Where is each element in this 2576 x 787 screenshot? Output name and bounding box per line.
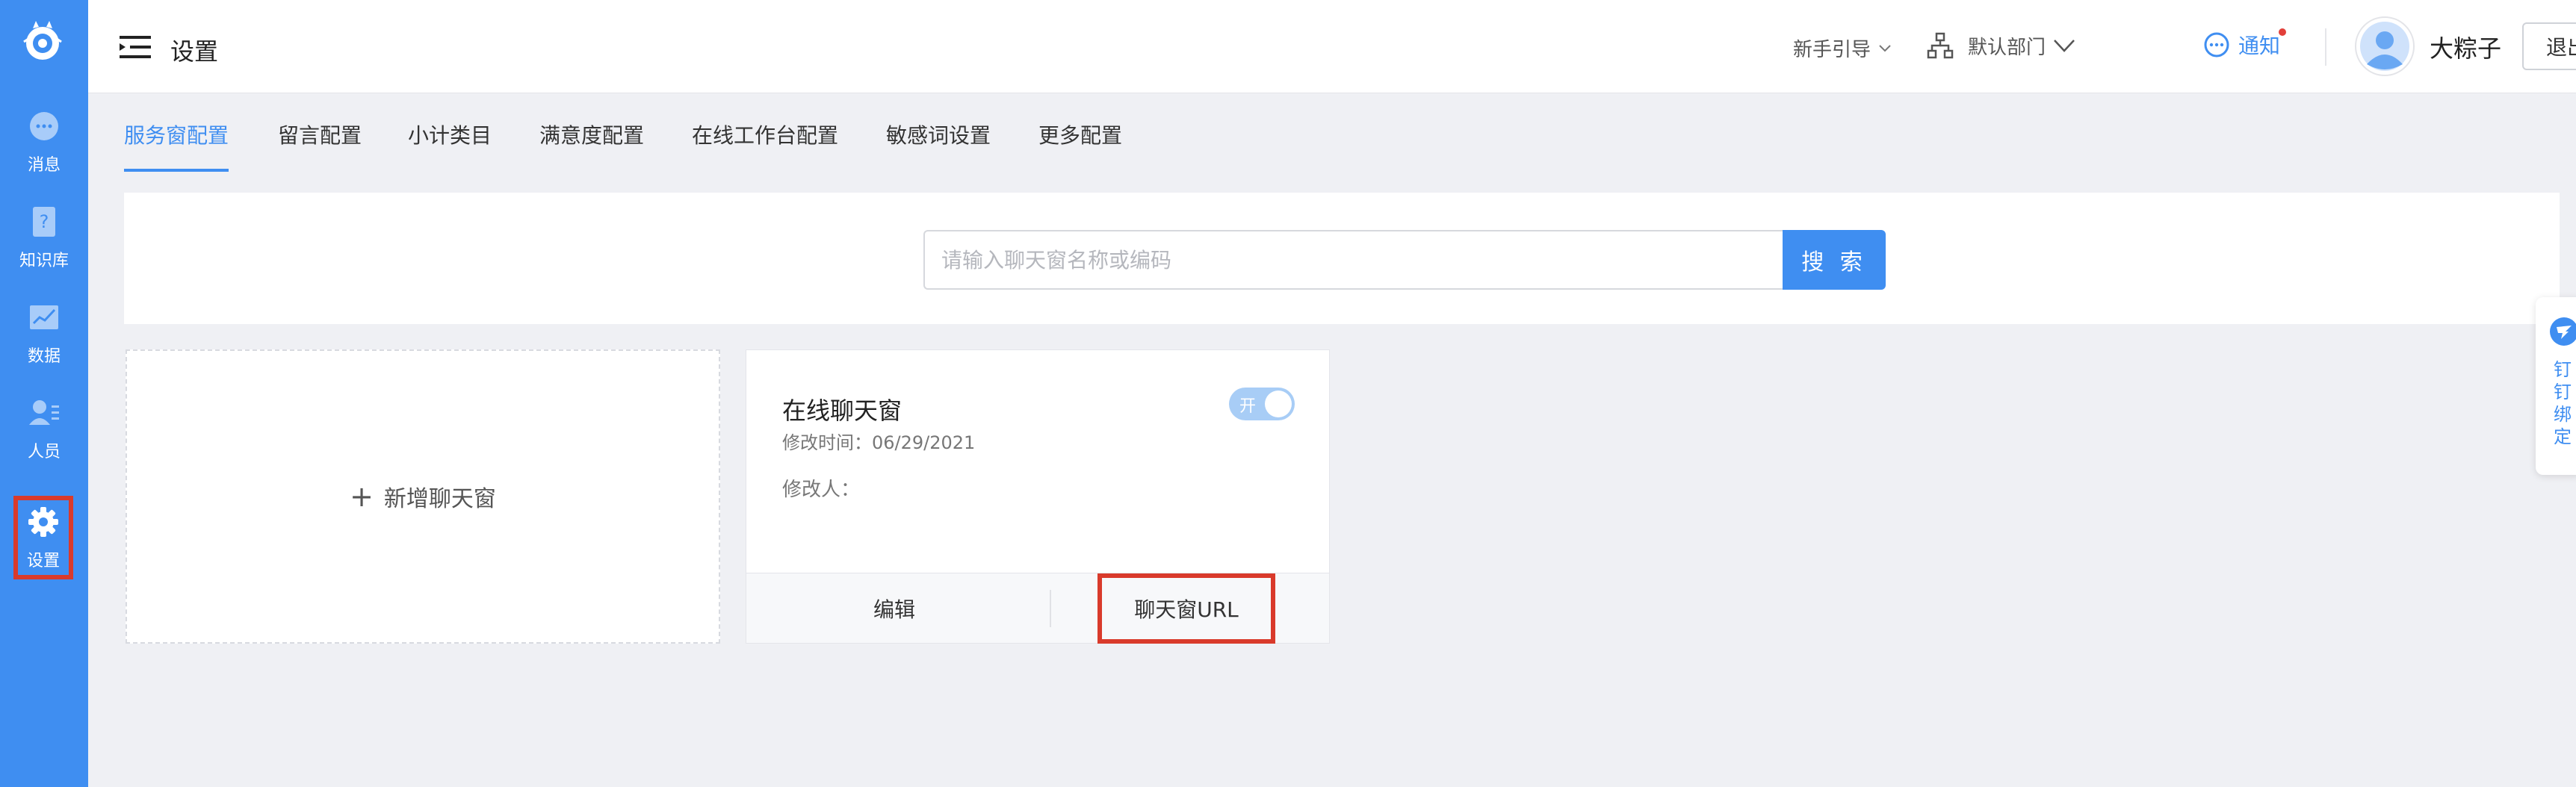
notify-label: 通知 (2238, 34, 2281, 58)
sidebar-item-messages[interactable]: 消息 (0, 96, 88, 188)
tab-more-config[interactable]: 更多配置 (1038, 119, 1122, 149)
notification-dot (2279, 28, 2287, 36)
add-chat-window-card[interactable]: + 新增聊天窗 (126, 349, 720, 644)
menu-collapse-icon[interactable] (120, 34, 151, 60)
toggle-knob (1265, 391, 1292, 417)
tab-sensitive-word-settings[interactable]: 敏感词设置 (886, 119, 991, 149)
dingtalk-bind-float[interactable]: 钉钉绑定 (2536, 297, 2576, 475)
chat-window-card: 在线聊天窗 修改时间：06/29/2021 修改人： 开 编辑 聊天窗URL (746, 349, 1330, 644)
dingtalk-bind-label: 钉钉绑定 (2554, 359, 2572, 447)
search-input[interactable] (923, 230, 1784, 290)
chevron-down-icon (2054, 40, 2075, 52)
avatar[interactable] (2355, 16, 2415, 76)
chat-window-url-button[interactable]: 聊天窗URL (1097, 573, 1275, 644)
active-tab-indicator (124, 169, 229, 172)
chat-bubble-icon (30, 112, 58, 140)
toggle-label: 开 (1239, 397, 1257, 416)
chevron-down-icon (1879, 44, 1891, 52)
user-name: 大粽子 (2430, 34, 2502, 63)
edit-button[interactable]: 编辑 (746, 573, 1042, 644)
gear-icon (28, 507, 58, 537)
notify-button[interactable]: 通知 (2202, 28, 2287, 60)
tab-message-config[interactable]: 留言配置 (278, 119, 362, 149)
modified-by: 修改人： (782, 479, 861, 501)
logo-icon[interactable] (18, 16, 67, 66)
top-header: 设置 新手引导 默认部门 通知 大粽子 退 (88, 0, 2576, 93)
sidebar-item-people[interactable]: 人员 (0, 382, 88, 475)
dingtalk-icon (2550, 317, 2576, 346)
card-footer: 编辑 聊天窗URL (746, 573, 1329, 644)
sidebar-item-label: 消息 (27, 156, 61, 175)
left-sidebar: 消息 ? 知识库 数据 人员 设置 (0, 0, 88, 787)
department-dropdown[interactable]: 默认部门 (1926, 31, 2075, 60)
header-divider (2325, 28, 2326, 66)
tab-subtotal-category[interactable]: 小计类目 (408, 119, 492, 149)
chat-window-toggle[interactable]: 开 (1229, 388, 1295, 420)
chat-bubble-icon (2204, 32, 2229, 57)
guide-label: 新手引导 (1793, 39, 1871, 61)
sidebar-item-label: 人员 (27, 443, 61, 461)
sidebar-item-label: 设置 (26, 552, 60, 570)
sidebar-item-label: 知识库 (19, 252, 69, 270)
guide-dropdown[interactable]: 新手引导 (1793, 34, 1892, 62)
sidebar-item-data[interactable]: 数据 (0, 287, 88, 379)
modified-time: 修改时间：06/29/2021 (782, 432, 976, 453)
tab-service-window-config[interactable]: 服务窗配置 (124, 119, 229, 149)
sidebar-item-knowledge[interactable]: ? 知识库 (0, 191, 88, 284)
chat-window-title: 在线聊天窗 (782, 396, 902, 425)
search-panel: 搜 索 (124, 193, 2560, 324)
department-label: 默认部门 (1968, 36, 2046, 59)
add-chat-window-label: 新增聊天窗 (383, 486, 496, 512)
notify-label-wrap: 通知 (2238, 28, 2287, 60)
logout-button[interactable]: 退出登录 (2522, 22, 2576, 70)
plus-icon: + (350, 480, 374, 513)
footer-divider (1050, 590, 1051, 627)
org-chart-icon (1927, 32, 1954, 59)
tab-satisfaction-config[interactable]: 满意度配置 (539, 119, 644, 149)
sidebar-item-settings[interactable]: 设置 (13, 496, 73, 579)
line-chart-icon (30, 305, 58, 329)
question-book-icon: ? (33, 207, 55, 237)
sidebar-item-label: 数据 (27, 347, 61, 366)
tab-online-workbench-config[interactable]: 在线工作台配置 (692, 119, 838, 149)
search-button[interactable]: 搜 索 (1783, 230, 1886, 290)
people-icon (29, 400, 59, 425)
page-title: 设置 (170, 37, 219, 66)
svg-text:?: ? (40, 211, 49, 232)
